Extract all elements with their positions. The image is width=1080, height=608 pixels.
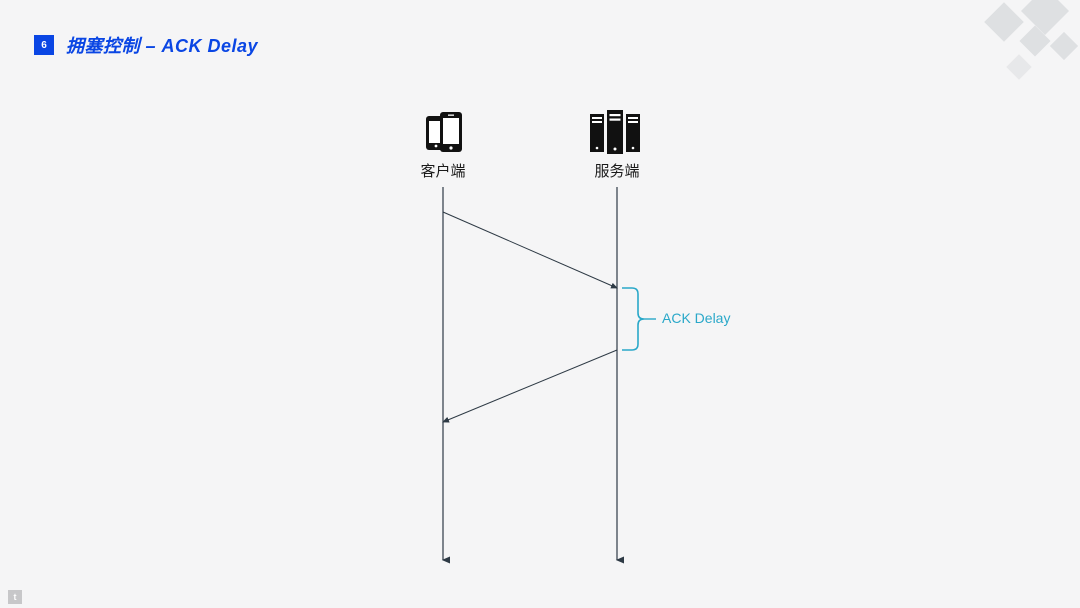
message-ack	[443, 350, 617, 422]
footer-logo-icon: t	[8, 590, 22, 604]
message-request	[443, 212, 617, 288]
server-label: 服务端	[577, 160, 657, 181]
server-icon	[590, 110, 640, 154]
client-icon	[426, 112, 462, 152]
client-label: 客户端	[403, 160, 483, 181]
ack-delay-bracket	[622, 288, 644, 350]
ack-delay-label: ACK Delay	[662, 310, 730, 326]
sequence-diagram	[0, 0, 1080, 608]
